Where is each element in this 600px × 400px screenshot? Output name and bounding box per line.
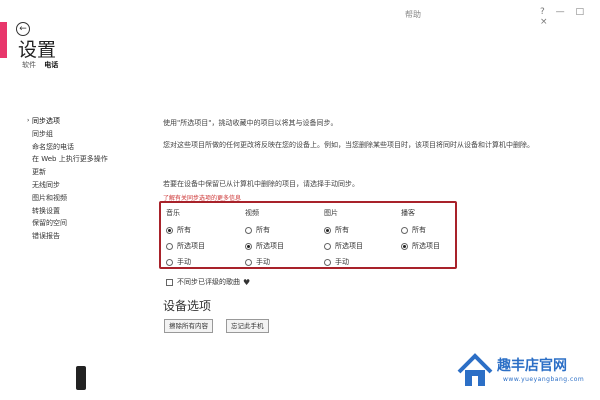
video-header: 视频: [245, 209, 259, 217]
podcasts-header: 播客: [401, 209, 415, 217]
pictures-manual-option[interactable]: 手动: [324, 254, 399, 270]
radio-button[interactable]: [166, 242, 173, 250]
podcasts-all-option[interactable]: 所有: [401, 222, 476, 238]
podcasts-selected-option[interactable]: 所选项目: [401, 238, 476, 254]
subnav: 软件 电话: [22, 60, 64, 70]
window-title: 帮助: [405, 10, 421, 19]
heart-broken-icon: ♥: [243, 277, 251, 287]
checkbox-label: 不同步已评级的歌曲: [177, 278, 240, 286]
radio-button[interactable]: [401, 226, 408, 234]
sidebar-item-error-report[interactable]: 错误报告: [32, 230, 142, 243]
sidebar-item-web[interactable]: 在 Web 上执行更多操作: [32, 153, 142, 166]
back-arrow-icon[interactable]: ←: [16, 22, 30, 36]
maximize-icon[interactable]: □: [576, 7, 589, 17]
video-all-option[interactable]: 所有: [245, 222, 320, 238]
sidebar-item-conversion[interactable]: 转换设置: [32, 205, 142, 218]
description-text: 您对这些项目所做的任何更改将反映在您的设备上。例如，当您删除某些项目时，该项目将…: [163, 141, 534, 149]
pictures-selected-option[interactable]: 所选项目: [324, 238, 399, 254]
selected-marker-icon: ›: [27, 117, 30, 124]
tab-phone[interactable]: 电话: [44, 61, 58, 69]
radio-button[interactable]: [324, 242, 331, 250]
music-selected-option[interactable]: 所选项目: [166, 238, 241, 254]
radio-button[interactable]: [245, 242, 252, 250]
settings-sidebar: › 同步选项 同步组 命名您的电话 在 Web 上执行更多操作 更新 无线同步 图…: [27, 115, 142, 243]
sidebar-item-sync-group[interactable]: 同步组: [32, 128, 142, 141]
music-column: 音乐 所有 所选项目 手动: [166, 208, 241, 270]
radio-button[interactable]: [245, 226, 252, 234]
manual-sync-text: 若要在设备中保留已从计算机中删除的项目，请选择手动同步。: [163, 180, 359, 188]
sidebar-item-pictures-videos[interactable]: 图片和视频: [32, 192, 142, 205]
video-column: 视频 所有 所选项目 手动: [245, 208, 320, 270]
watermark: 趣丰店官网 www.yueyangbang.com: [455, 350, 600, 400]
forget-phone-button[interactable]: 忘记此手机: [226, 319, 269, 333]
sidebar-item-name-phone[interactable]: 命名您的电话: [32, 141, 142, 154]
radio-button[interactable]: [324, 258, 331, 266]
video-manual-option[interactable]: 手动: [245, 254, 320, 270]
sidebar-item-reserved-space[interactable]: 保留的空间: [32, 217, 142, 230]
video-selected-option[interactable]: 所选项目: [245, 238, 320, 254]
radio-button[interactable]: [324, 226, 331, 234]
sidebar-item-update[interactable]: 更新: [32, 166, 142, 179]
watermark-url: www.yueyangbang.com: [503, 376, 585, 383]
music-all-option[interactable]: 所有: [166, 222, 241, 238]
accent-bar: [0, 22, 7, 58]
help-icon[interactable]: ?: [540, 7, 549, 17]
intro-text: 使用"所选项目"，挑动收藏中的项目以将其与设备同步。: [163, 119, 338, 127]
radio-button[interactable]: [166, 226, 173, 234]
music-manual-option[interactable]: 手动: [166, 254, 241, 270]
minimize-icon[interactable]: —: [556, 7, 569, 17]
house-logo-icon: [457, 353, 493, 386]
erase-all-button[interactable]: 擦除所有内容: [164, 319, 213, 333]
phone-device-icon: [76, 366, 86, 390]
page-title: 设置: [18, 39, 57, 61]
radio-button[interactable]: [166, 258, 173, 266]
device-options-title: 设备选项: [163, 299, 212, 313]
watermark-text: 趣丰店官网: [497, 358, 567, 374]
pictures-all-option[interactable]: 所有: [324, 222, 399, 238]
podcasts-column: 播客 所有 所选项目: [401, 208, 476, 254]
checkbox[interactable]: [166, 278, 173, 286]
pictures-header: 图片: [324, 209, 338, 217]
music-header: 音乐: [166, 209, 180, 217]
window-controls: ? — □ ×: [540, 7, 600, 27]
tab-software[interactable]: 软件: [22, 61, 36, 69]
radio-button[interactable]: [401, 242, 408, 250]
no-sync-rated-songs[interactable]: 不同步已评级的歌曲 ♥: [166, 277, 250, 287]
sidebar-item-wireless-sync[interactable]: 无线同步: [32, 179, 142, 192]
sidebar-item-sync-options[interactable]: › 同步选项: [27, 115, 142, 128]
pictures-column: 图片 所有 所选项目 手动: [324, 208, 399, 270]
close-icon[interactable]: ×: [540, 17, 552, 27]
radio-button[interactable]: [245, 258, 252, 266]
